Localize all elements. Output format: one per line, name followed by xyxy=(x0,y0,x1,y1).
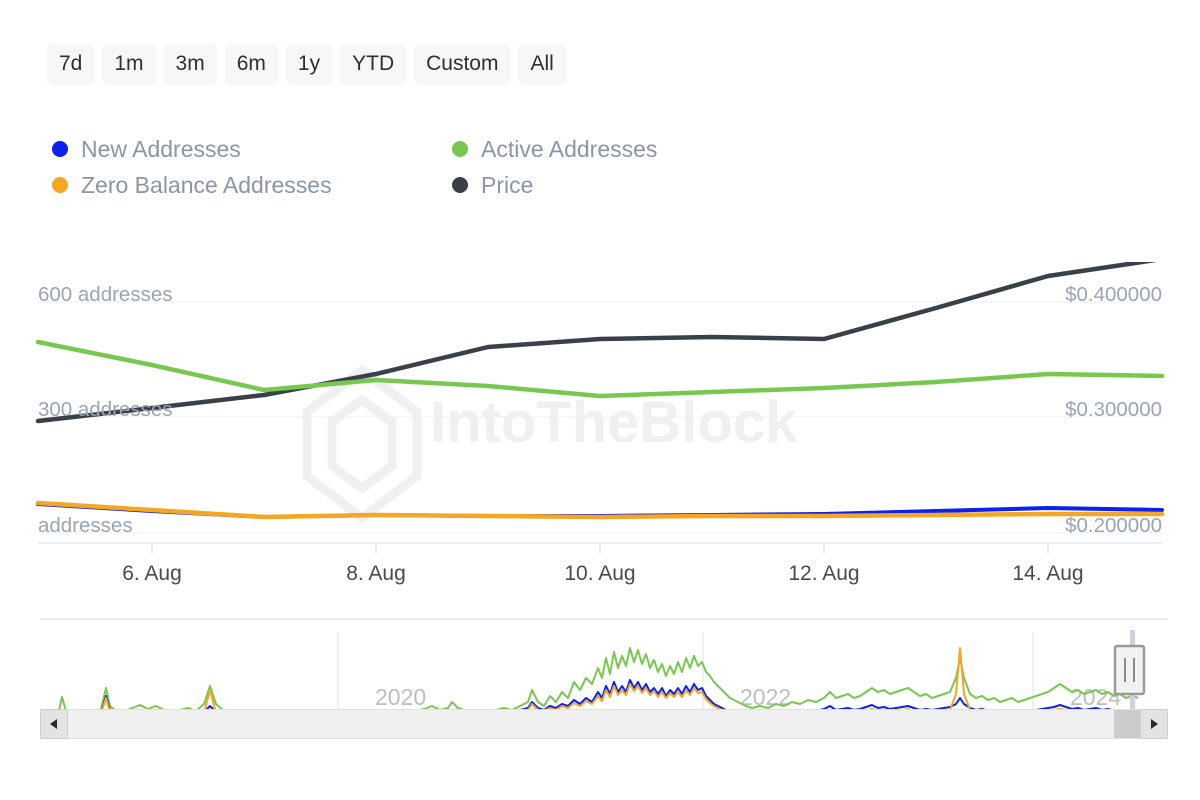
legend-row-2: Zero Balance Addresses Price xyxy=(52,167,812,203)
range-selector: 7d 1m 3m 6m 1y YTD Custom All xyxy=(47,44,566,85)
series-dot-icon-new-addresses xyxy=(52,141,68,157)
legend-label-active-addresses: Active Addresses xyxy=(481,135,658,162)
arrow-right-icon xyxy=(1151,719,1158,729)
navigator-year-gridlines xyxy=(337,632,1034,715)
navigator-series-zero-balance-addresses xyxy=(58,647,1138,717)
scroll-track[interactable] xyxy=(68,709,1140,739)
x-axis-label-14-aug: 14. Aug xyxy=(1012,562,1083,585)
range-button-7d[interactable]: 7d xyxy=(47,44,95,85)
gridlines xyxy=(38,301,1162,534)
scroll-right-button[interactable] xyxy=(1140,709,1168,739)
legend-label-new-addresses: New Addresses xyxy=(81,135,241,162)
chart-legend: New Addresses Active Addresses Zero Bala… xyxy=(52,131,812,203)
x-axis-label-10-aug: 10. Aug xyxy=(564,562,635,585)
y2-axis-label-400: $0.400000 xyxy=(1065,283,1162,306)
range-button-all[interactable]: All xyxy=(518,44,566,85)
legend-label-zero-balance-addresses: Zero Balance Addresses xyxy=(81,171,332,198)
range-button-1y[interactable]: 1y xyxy=(285,44,333,85)
legend-item-zero-balance-addresses[interactable]: Zero Balance Addresses xyxy=(52,172,452,199)
legend-item-active-addresses[interactable]: Active Addresses xyxy=(452,136,657,163)
x-axis-label-8-aug: 8. Aug xyxy=(346,562,406,585)
series-dot-icon-active-addresses xyxy=(452,141,468,157)
legend-item-price[interactable]: Price xyxy=(452,172,533,199)
y2-axis-label-300: $0.300000 xyxy=(1065,398,1162,421)
y-axis-label-addresses: addresses xyxy=(38,514,133,537)
scroll-thumb[interactable] xyxy=(1114,710,1140,738)
range-button-6m[interactable]: 6m xyxy=(224,44,278,85)
x-axis xyxy=(38,542,1162,553)
navigator-year-label-2024: 2024 xyxy=(1070,684,1121,710)
series-line-active-addresses xyxy=(35,339,1165,399)
arrow-left-icon xyxy=(50,719,57,729)
legend-item-new-addresses[interactable]: New Addresses xyxy=(52,136,452,163)
legend-row-1: New Addresses Active Addresses xyxy=(52,131,812,167)
y-axis-label-600: 600 addresses xyxy=(38,283,172,306)
navigator-year-label-2020: 2020 xyxy=(375,684,426,710)
y-axis-label-300: 300 addresses xyxy=(38,398,172,421)
range-button-custom[interactable]: Custom xyxy=(414,44,511,85)
series-dot-icon-price xyxy=(452,177,468,193)
x-axis-label-6-aug: 6. Aug xyxy=(122,562,182,585)
scroll-left-button[interactable] xyxy=(40,709,68,739)
range-button-3m[interactable]: 3m xyxy=(163,44,217,85)
main-chart-plot[interactable]: IntoTheBlock 600 addresses 300 addresses xyxy=(0,262,1200,592)
navigator-series-active-addresses xyxy=(57,647,1139,716)
range-button-1m[interactable]: 1m xyxy=(102,44,156,85)
x-axis-label-12-aug: 12. Aug xyxy=(788,562,859,585)
watermark-text: IntoTheBlock xyxy=(430,390,798,455)
y2-axis-label-200: $0.200000 xyxy=(1065,514,1162,537)
series-dot-icon-zero-balance-addresses xyxy=(52,177,68,193)
navigator-scrollbar[interactable] xyxy=(40,709,1168,739)
legend-label-price: Price xyxy=(481,171,534,198)
range-button-ytd[interactable]: YTD xyxy=(340,44,407,85)
